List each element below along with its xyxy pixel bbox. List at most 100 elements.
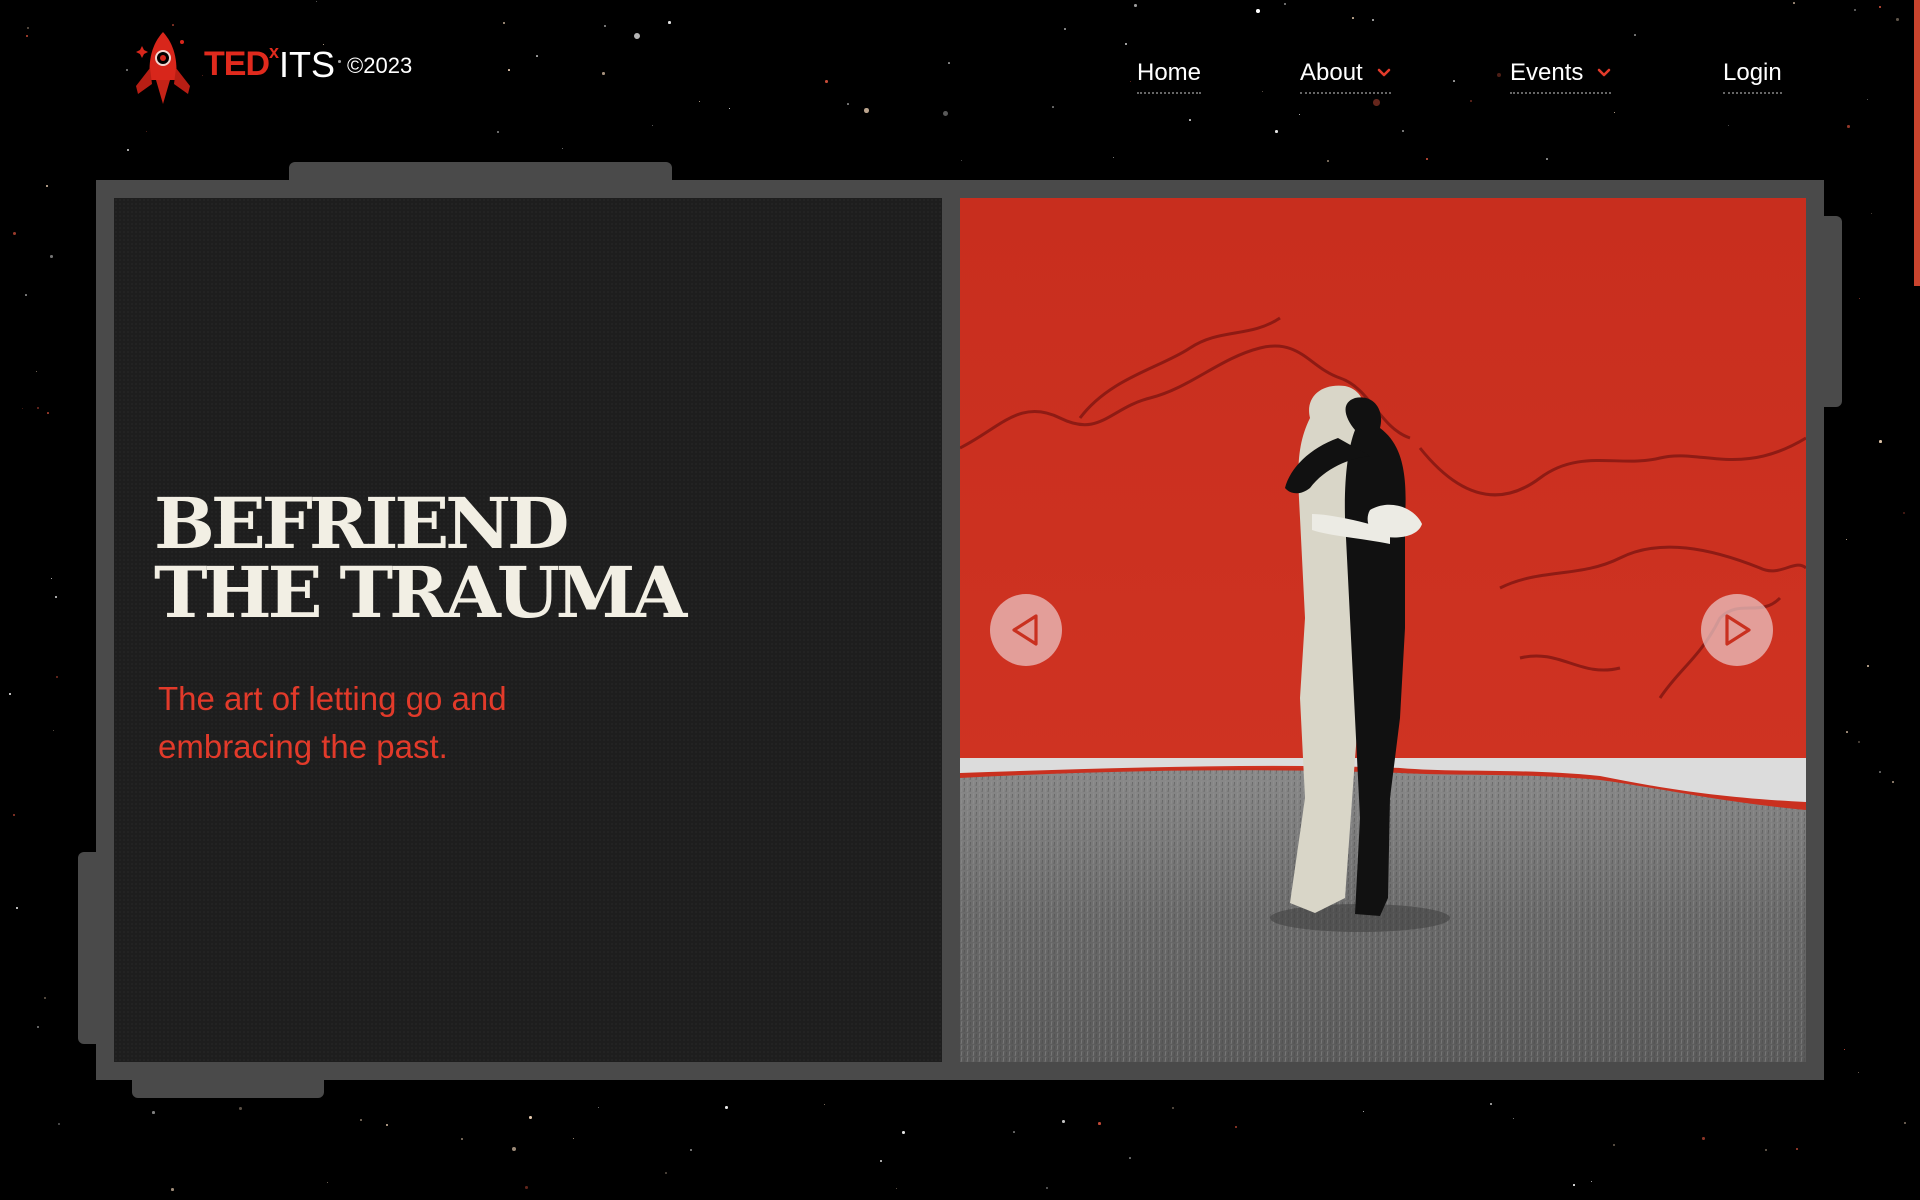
star <box>1591 1181 1593 1183</box>
hero-frame: BEFRIEND THE TRAUMA The art of letting g… <box>96 180 1824 1080</box>
star <box>1046 1187 1049 1190</box>
star <box>37 1026 40 1029</box>
star <box>598 1107 599 1108</box>
star <box>536 55 538 57</box>
star <box>126 69 128 71</box>
star <box>1793 2 1795 4</box>
star <box>1284 3 1287 6</box>
scrollbar-thumb[interactable] <box>1914 0 1920 286</box>
star <box>847 103 849 105</box>
star <box>316 1 318 3</box>
star <box>604 25 606 27</box>
star <box>525 1186 528 1189</box>
star <box>1904 1122 1907 1125</box>
star <box>239 1107 242 1110</box>
star <box>634 33 640 39</box>
star <box>503 22 506 25</box>
star <box>13 232 17 236</box>
page: TED x ITS ©2023 Home About Events Login … <box>0 0 1920 1200</box>
star <box>1327 160 1329 162</box>
star <box>1513 1118 1514 1119</box>
star <box>1634 34 1636 36</box>
star <box>55 596 57 598</box>
tedx-logo[interactable]: TED x ITS ©2023 <box>130 28 412 108</box>
hero-headline: BEFRIEND THE TRAUMA <box>154 488 687 627</box>
star <box>58 1123 61 1126</box>
star <box>1847 125 1850 128</box>
nav-about-label: About <box>1300 59 1363 86</box>
hero-carousel <box>960 198 1806 1062</box>
star <box>1256 9 1260 13</box>
star <box>26 35 29 38</box>
star <box>1052 106 1054 108</box>
star <box>51 578 53 580</box>
brand-x: x <box>269 42 280 62</box>
star <box>1352 17 1354 19</box>
star <box>1702 1137 1705 1140</box>
star <box>152 1111 155 1114</box>
star <box>36 371 38 373</box>
star <box>27 27 30 30</box>
star <box>1064 28 1066 30</box>
star <box>9 693 12 696</box>
chevron-down-icon <box>1598 68 1611 77</box>
star <box>22 408 24 410</box>
brand-its: ITS <box>279 44 336 85</box>
star <box>1867 665 1869 667</box>
star <box>1879 440 1882 443</box>
hero-text-panel: BEFRIEND THE TRAUMA The art of letting g… <box>114 198 942 1062</box>
star <box>497 131 500 134</box>
star <box>46 185 49 188</box>
star <box>1172 1107 1175 1110</box>
star <box>652 125 654 127</box>
star <box>508 69 510 71</box>
star <box>1858 1072 1860 1074</box>
star <box>1426 158 1429 161</box>
star <box>1470 100 1473 103</box>
star <box>864 108 869 113</box>
brand-ted: TED <box>204 45 270 83</box>
star <box>1453 80 1455 82</box>
star <box>171 1188 174 1191</box>
star <box>1879 771 1881 773</box>
star <box>53 730 55 732</box>
star <box>562 148 564 150</box>
star <box>1130 81 1132 83</box>
star <box>699 101 701 103</box>
star <box>37 407 39 409</box>
star <box>1871 213 1873 215</box>
nav-login-link[interactable]: Login <box>1723 56 1782 94</box>
carousel-next-button[interactable] <box>1701 594 1773 666</box>
star <box>729 108 731 110</box>
star <box>1062 1120 1065 1123</box>
chevron-down-icon <box>1377 68 1391 77</box>
star <box>1796 1148 1799 1151</box>
star <box>1363 1111 1365 1113</box>
star <box>1275 130 1278 133</box>
star <box>44 997 47 1000</box>
star <box>943 111 948 116</box>
star <box>1846 539 1848 541</box>
star <box>327 1182 329 1184</box>
carousel-prev-button[interactable] <box>990 594 1062 666</box>
star <box>880 1160 882 1162</box>
star <box>529 1116 532 1119</box>
nav-home-link[interactable]: Home <box>1137 56 1202 94</box>
nav-events-dropdown[interactable]: Events <box>1510 56 1612 94</box>
star <box>690 1149 693 1152</box>
star <box>1129 1157 1131 1159</box>
star <box>1765 1149 1768 1152</box>
star <box>461 1138 464 1141</box>
star <box>1854 9 1856 11</box>
star <box>16 907 19 910</box>
star <box>1098 1122 1101 1125</box>
star <box>1134 4 1137 7</box>
star <box>1013 1131 1015 1133</box>
star <box>1546 158 1548 160</box>
star <box>360 1119 362 1121</box>
nav-about-dropdown[interactable]: About <box>1300 56 1391 94</box>
star <box>825 80 828 83</box>
star <box>13 814 16 817</box>
star <box>961 160 963 162</box>
star <box>1113 157 1115 159</box>
